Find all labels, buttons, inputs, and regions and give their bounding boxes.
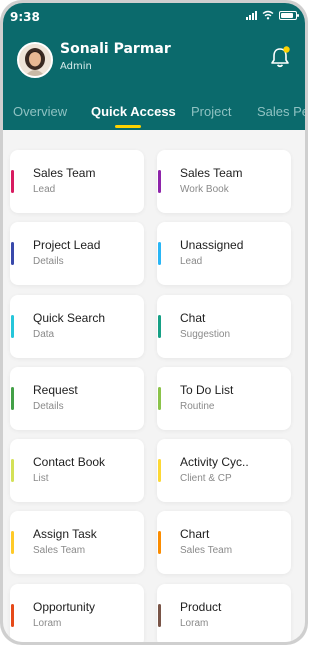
- card-subtitle: Work Book: [180, 184, 229, 195]
- battery-icon: [279, 10, 299, 20]
- card-opportunity[interactable]: Opportunity Loram: [10, 584, 144, 642]
- user-photo-icon: [19, 44, 51, 76]
- wifi-icon: [262, 10, 274, 20]
- card-request[interactable]: Request Details: [10, 367, 144, 430]
- notification-bell-icon[interactable]: [269, 45, 291, 69]
- card-title: Quick Search: [33, 311, 106, 325]
- tab-project[interactable]: Project: [191, 104, 231, 119]
- tab-quick-access[interactable]: Quick Access: [91, 104, 176, 119]
- card-title: Project Lead: [33, 238, 101, 252]
- card-title: Contact Book: [33, 455, 106, 469]
- card-unassigned[interactable]: Unassigned Lead: [157, 222, 291, 285]
- avatar[interactable]: [17, 42, 53, 78]
- app-header: 9:38 Sonali Parmar Admin Overview Quick …: [3, 3, 305, 130]
- card-title: Chat: [180, 311, 206, 325]
- card-accent-bar: [11, 315, 14, 338]
- card-subtitle: Routine: [180, 401, 215, 412]
- card-sales-team-lead[interactable]: Sales Team Lead: [10, 150, 144, 213]
- card-assign-task[interactable]: Assign Task Sales Team: [10, 511, 144, 574]
- tab-sales[interactable]: Sales Pe: [257, 104, 305, 119]
- tab-overview[interactable]: Overview: [13, 104, 67, 119]
- card-title: Sales Team: [180, 166, 243, 180]
- card-subtitle: Details: [33, 401, 64, 412]
- phone-frame: 9:38 Sonali Parmar Admin Overview Quick …: [0, 0, 308, 645]
- profile-name: Sonali Parmar: [60, 41, 171, 57]
- card-subtitle: Lead: [180, 256, 203, 267]
- card-subtitle: Loram: [180, 618, 209, 629]
- card-title: Unassigned: [180, 238, 244, 252]
- card-title: Chart: [180, 527, 210, 541]
- card-subtitle: Sales Team: [180, 545, 233, 556]
- card-accent-bar: [158, 315, 161, 338]
- card-accent-bar: [11, 604, 14, 627]
- status-bar: 9:38: [3, 3, 305, 25]
- card-to-do-list[interactable]: To Do List Routine: [157, 367, 291, 430]
- active-tab-indicator: [115, 125, 141, 128]
- card-subtitle: Sales Team: [33, 545, 86, 556]
- card-subtitle: Data: [33, 329, 55, 340]
- card-accent-bar: [158, 242, 161, 265]
- card-subtitle: Client & CP: [180, 473, 232, 484]
- card-title: Sales Team: [33, 166, 96, 180]
- card-title: Product: [180, 600, 222, 614]
- card-accent-bar: [158, 459, 161, 482]
- card-accent-bar: [11, 170, 14, 193]
- card-subtitle: List: [33, 473, 49, 484]
- card-accent-bar: [11, 531, 14, 554]
- card-sales-team-work-book[interactable]: Sales Team Work Book: [157, 150, 291, 213]
- card-title: Request: [33, 383, 78, 397]
- card-accent-bar: [158, 387, 161, 410]
- card-title: Activity Cyc..: [180, 455, 249, 469]
- card-activity-cycle[interactable]: Activity Cyc.. Client & CP: [157, 439, 291, 502]
- card-project-lead[interactable]: Project Lead Details: [10, 222, 144, 285]
- tab-bar: Overview Quick Access Project Sales Pe: [3, 104, 305, 130]
- card-title: To Do List: [180, 383, 234, 397]
- card-accent-bar: [11, 242, 14, 265]
- card-accent-bar: [158, 604, 161, 627]
- card-title: Assign Task: [33, 527, 97, 541]
- signal-icon: [246, 10, 257, 20]
- card-title: Opportunity: [33, 600, 96, 614]
- status-icons: [246, 10, 299, 20]
- card-subtitle: Loram: [33, 618, 62, 629]
- notification-dot: [283, 46, 290, 53]
- card-chat[interactable]: Chat Suggestion: [157, 295, 291, 358]
- card-subtitle: Lead: [33, 184, 56, 195]
- card-product[interactable]: Product Loram: [157, 584, 291, 642]
- card-chart[interactable]: Chart Sales Team: [157, 511, 291, 574]
- status-time: 9:38: [10, 10, 40, 24]
- card-accent-bar: [158, 170, 161, 193]
- card-accent-bar: [158, 531, 161, 554]
- card-contact-book[interactable]: Contact Book List: [10, 439, 144, 502]
- profile-role: Admin: [60, 61, 92, 72]
- quick-access-grid: Sales Team Lead Sales Team Work Book Pro…: [3, 130, 305, 642]
- card-subtitle: Details: [33, 256, 64, 267]
- card-accent-bar: [11, 387, 14, 410]
- card-subtitle: Suggestion: [180, 329, 231, 340]
- card-accent-bar: [11, 459, 14, 482]
- card-quick-search[interactable]: Quick Search Data: [10, 295, 144, 358]
- app-screen: 9:38 Sonali Parmar Admin Overview Quick …: [3, 3, 305, 642]
